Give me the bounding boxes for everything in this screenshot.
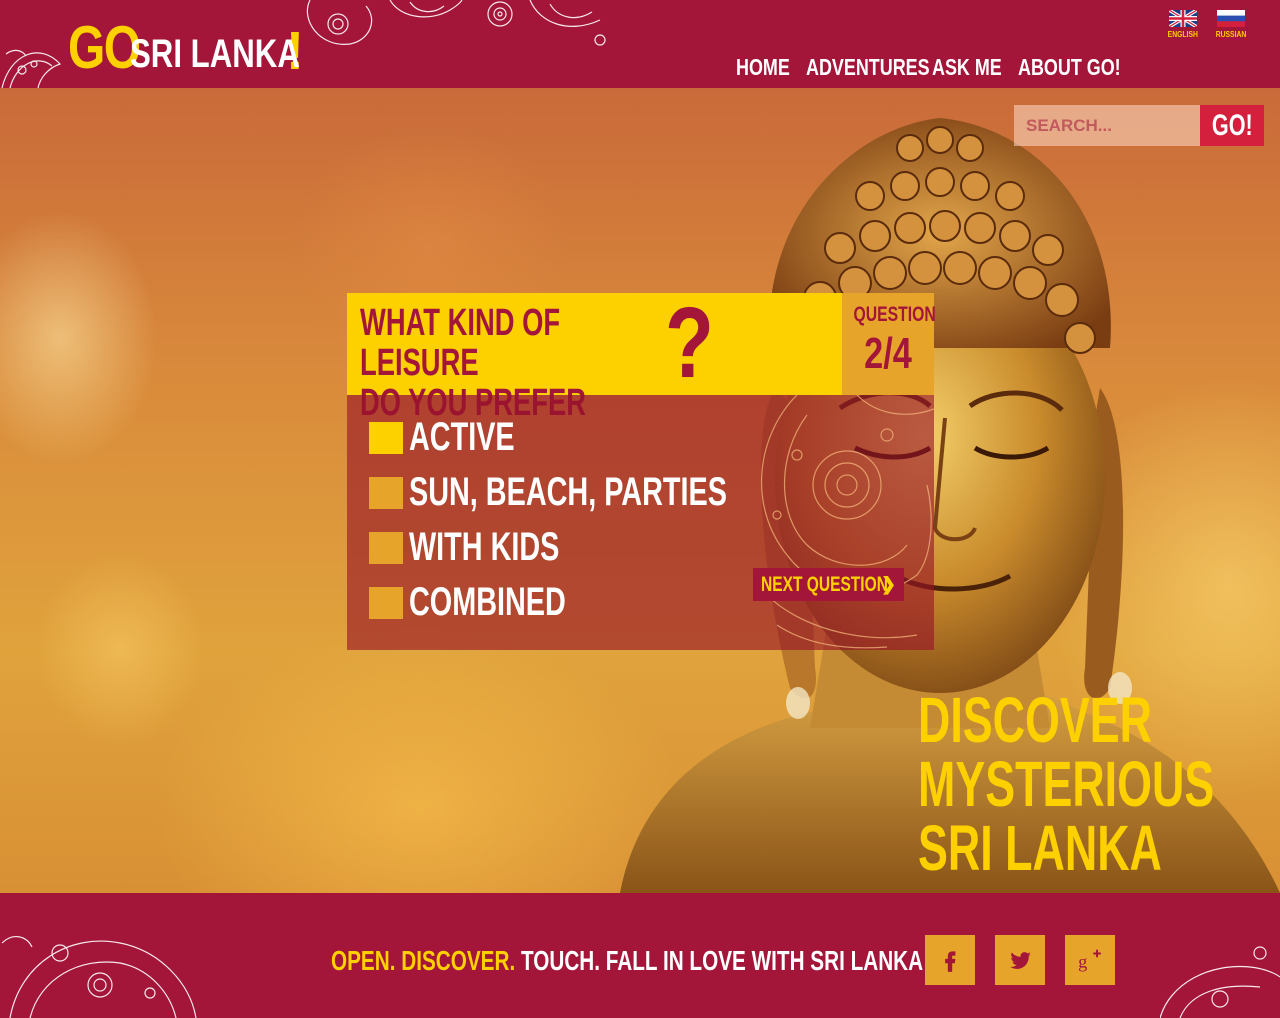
quiz-option-sun-beach-parties[interactable]: SUN, BEACH, PARTIES — [369, 470, 851, 515]
main-nav: HOME ADVENTURES ASK ME ABOUT GO! — [736, 54, 1121, 81]
site-logo[interactable]: GO SRI LANKA ! — [68, 10, 304, 81]
twitter-icon — [1010, 952, 1031, 969]
search-input[interactable] — [1014, 105, 1200, 146]
site-footer: OPEN. DISCOVER. TOUCH. FALL IN LOVE WITH… — [0, 893, 1280, 1018]
option-checkbox[interactable] — [369, 531, 403, 564]
nav-adventures[interactable]: ADVENTURES — [806, 54, 930, 81]
next-question-label: NEXT QUESTION — [761, 572, 888, 596]
quiz-option-active[interactable]: ACTIVE — [369, 415, 556, 460]
twitter-button[interactable] — [995, 935, 1045, 985]
discover-headline: DISCOVER MYSTERIOUS SRI LANKA — [918, 688, 1214, 880]
hero-banner: GO! WHAT KIND OF LEISURE DO YOU PREFER ?… — [0, 88, 1280, 893]
search-bar: GO! — [1014, 105, 1264, 146]
next-question-button[interactable]: NEXT QUESTION ❯ — [753, 568, 905, 601]
nav-ask-me[interactable]: ASK ME — [932, 54, 1002, 81]
site-header: GO SRI LANKA ! ENGLISH RUSSIAN HOME ADVE… — [0, 0, 1280, 88]
discover-line2: MYSTERIOUS — [918, 748, 1215, 820]
search-go-label: GO! — [1211, 108, 1253, 142]
tagline-open: OPEN. — [331, 945, 396, 976]
quiz-counter-label: QUESTION — [853, 303, 936, 326]
paisley-ornament-top — [306, 0, 606, 46]
option-checkbox[interactable] — [369, 476, 403, 509]
quiz-options-panel: ACTIVE SUN, BEACH, PARTIES WITH KIDS COM… — [347, 395, 934, 650]
search-go-button[interactable]: GO! — [1200, 105, 1264, 146]
tagline-discover: DISCOVER. — [401, 945, 516, 976]
tagline-rest: TOUCH. FALL IN LOVE WITH SRI LANKA — [520, 945, 924, 976]
language-english[interactable]: ENGLISH — [1168, 10, 1198, 39]
quiz-counter-value: 2/4 — [864, 329, 912, 378]
option-checkbox[interactable] — [369, 421, 403, 454]
option-checkbox[interactable] — [369, 586, 403, 619]
question-mark-icon: ? — [665, 287, 714, 399]
russia-flag-icon — [1217, 10, 1245, 27]
paisley-ornament-panel — [760, 395, 934, 649]
logo-go: GO — [68, 14, 141, 81]
nav-home[interactable]: HOME — [736, 54, 791, 81]
facebook-button[interactable] — [925, 935, 975, 985]
leisure-quiz: WHAT KIND OF LEISURE DO YOU PREFER ? QUE… — [347, 287, 936, 650]
language-russian[interactable]: RUSSIAN — [1216, 10, 1246, 39]
quiz-option-label: WITH KIDS — [409, 525, 560, 569]
paisley-ornament-footer-right — [1160, 946, 1280, 1018]
paisley-ornament-left — [1, 49, 62, 88]
logo-sri-lanka: SRI LANKA — [130, 32, 300, 76]
paisley-ornament-footer-left — [1, 936, 197, 1018]
footer-tagline: OPEN. DISCOVER. TOUCH. FALL IN LOVE WITH… — [331, 945, 923, 977]
quiz-option-label: ACTIVE — [409, 415, 515, 459]
google-plus-button[interactable]: g — [1065, 935, 1115, 985]
quiz-option-label: COMBINED — [409, 580, 566, 624]
language-english-label: ENGLISH — [1167, 30, 1199, 39]
facebook-icon — [945, 951, 956, 972]
svg-text:g: g — [1078, 952, 1087, 972]
quiz-option-with-kids[interactable]: WITH KIDS — [369, 525, 618, 570]
quiz-option-label: SUN, BEACH, PARTIES — [409, 470, 727, 514]
uk-flag-icon — [1169, 10, 1197, 27]
quiz-option-combined[interactable]: COMBINED — [369, 580, 627, 625]
language-russian-label: RUSSIAN — [1215, 30, 1247, 39]
quiz-question-line1: WHAT KIND OF LEISURE — [360, 302, 561, 384]
google-plus-icon: g — [1078, 949, 1101, 972]
language-switcher: ENGLISH RUSSIAN — [1168, 10, 1246, 39]
nav-about-go[interactable]: ABOUT GO! — [1018, 54, 1121, 81]
discover-line1: DISCOVER — [918, 684, 1152, 756]
quiz-counter: QUESTION 2/4 — [842, 293, 936, 395]
discover-line3: SRI LANKA — [918, 812, 1162, 884]
social-links: g — [925, 935, 1115, 985]
quiz-header: WHAT KIND OF LEISURE DO YOU PREFER ? QUE… — [347, 287, 936, 423]
